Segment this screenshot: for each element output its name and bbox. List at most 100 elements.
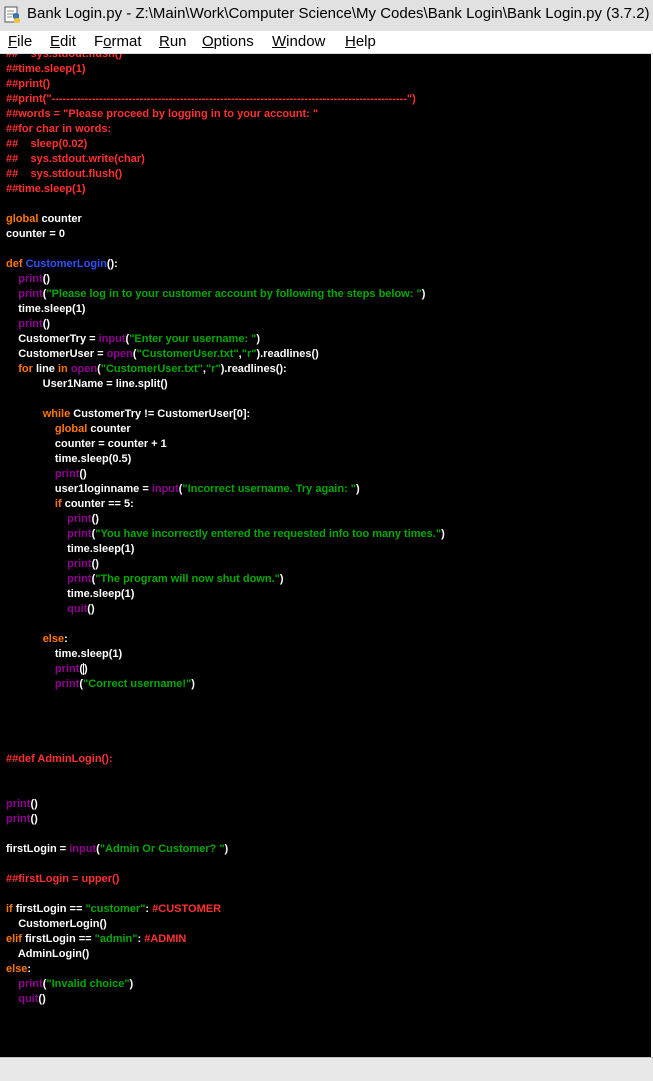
code-line[interactable]: ## sys.stdout.flush()	[6, 54, 445, 62]
code-line[interactable]: CustomerUser = open("CustomerUser.txt","…	[6, 347, 445, 362]
code-line[interactable]: ##words = "Please proceed by logging in …	[6, 107, 445, 122]
code-token-builtin: print	[67, 573, 92, 585]
code-line[interactable]	[6, 767, 445, 782]
code-token-builtin: print	[67, 528, 92, 540]
code-token-string: "The program will now shut down."	[95, 573, 280, 585]
code-line[interactable]: def CustomerLogin():	[6, 257, 445, 272]
code-line[interactable]	[6, 737, 445, 752]
code-line[interactable]: print("Invalid choice")	[6, 977, 445, 992]
code-token-normal: ()	[30, 813, 38, 825]
code-token-normal	[6, 498, 55, 510]
code-token-comment: ##print("-------------------------------…	[6, 93, 416, 105]
menu-edit[interactable]: Edit	[50, 33, 76, 50]
code-token-normal	[6, 423, 55, 435]
code-line[interactable]: print("You have incorrectly entered the …	[6, 527, 445, 542]
code-token-normal: ()	[79, 468, 87, 480]
code-line[interactable]: ## sys.stdout.flush()	[6, 167, 445, 182]
code-editor[interactable]: ## sys.stdout.flush() ##time.sleep(1) ##pr…	[0, 54, 653, 1057]
code-token-builtin: open	[106, 348, 133, 360]
code-line[interactable]	[6, 887, 445, 902]
code-line[interactable]: ##time.sleep(1)	[6, 62, 445, 77]
code-line[interactable]: time.sleep(0.5)	[6, 452, 445, 467]
menu-file[interactable]: File	[8, 33, 32, 50]
code-line[interactable]: print()	[6, 512, 445, 527]
code-line[interactable]: print()	[6, 662, 445, 677]
code-text[interactable]: ## sys.stdout.flush() ##time.sleep(1) ##pr…	[6, 54, 445, 1007]
code-line[interactable]: print()	[6, 797, 445, 812]
code-line[interactable]	[6, 197, 445, 212]
code-token-normal: ()	[42, 318, 51, 330]
code-line[interactable]: else:	[6, 632, 445, 647]
code-line[interactable]: global counter	[6, 422, 445, 437]
code-line[interactable]: CustomerLogin()	[6, 917, 445, 932]
code-line[interactable]: if counter == 5:	[6, 497, 445, 512]
menu-help[interactable]: Help	[345, 33, 376, 50]
code-line[interactable]: print()	[6, 557, 445, 572]
code-line[interactable]: firstLogin = input("Admin Or Customer? "…	[6, 842, 445, 857]
menu-run[interactable]: Run	[159, 33, 187, 50]
code-line[interactable]: ## sleep(0.02)	[6, 137, 445, 152]
code-line[interactable]	[6, 857, 445, 872]
code-line[interactable]: AdminLogin()	[6, 947, 445, 962]
code-token-keyword: else	[6, 963, 28, 975]
code-line[interactable]: else:	[6, 962, 445, 977]
code-line[interactable]: time.sleep(1)	[6, 542, 445, 557]
code-line[interactable]	[6, 392, 445, 407]
menu-options[interactable]: Options	[202, 33, 254, 50]
code-line[interactable]: CustomerTry = input("Enter your username…	[6, 332, 445, 347]
code-line[interactable]: ##for char in words:	[6, 122, 445, 137]
code-token-builtin: open	[70, 363, 98, 375]
code-line[interactable]: ##print("-------------------------------…	[6, 92, 445, 107]
code-line[interactable]: elif firstLogin == "admin": #ADMIN	[6, 932, 445, 947]
code-line[interactable]: ##def AdminLogin():	[6, 752, 445, 767]
code-line[interactable]: for line in open("CustomerUser.txt","r")…	[6, 362, 445, 377]
code-line[interactable]	[6, 242, 445, 257]
code-line[interactable]: time.sleep(1)	[6, 587, 445, 602]
code-line[interactable]: print()	[6, 812, 445, 827]
code-line[interactable]: ##print()	[6, 77, 445, 92]
code-token-comment: ##firstLogin = upper()	[6, 873, 120, 885]
code-line[interactable]: User1Name = line.split()	[6, 377, 445, 392]
code-token-keyword: if	[6, 903, 13, 915]
code-token-builtin: print	[54, 678, 80, 690]
code-line[interactable]: quit()	[6, 602, 445, 617]
menu-format[interactable]: Format	[94, 33, 142, 50]
code-line[interactable]	[6, 707, 445, 722]
code-token-keyword: global	[6, 213, 39, 225]
code-line[interactable]: print()	[6, 317, 445, 332]
code-line[interactable]: print("Please log in to your customer ac…	[6, 287, 445, 302]
code-line[interactable]: ## sys.stdout.write(char)	[6, 152, 445, 167]
code-token-comment: ## sleep(0.02)	[6, 138, 88, 150]
code-token-normal	[6, 273, 18, 285]
code-line[interactable]: ##time.sleep(1)	[6, 182, 445, 197]
code-token-normal	[6, 573, 67, 585]
code-line[interactable]: time.sleep(1)	[6, 647, 445, 662]
code-line[interactable]	[6, 827, 445, 842]
code-line[interactable]: ##firstLogin = upper()	[6, 872, 445, 887]
code-token-normal: )	[84, 663, 88, 675]
code-line[interactable]	[6, 692, 445, 707]
code-line[interactable]: print("Correct username!")	[6, 677, 445, 692]
code-line[interactable]: print()	[6, 272, 445, 287]
code-line[interactable]	[6, 617, 445, 632]
code-token-normal: )	[356, 483, 360, 495]
code-token-comment: ##time.sleep(1)	[6, 183, 86, 195]
code-line[interactable]: counter = 0	[6, 227, 445, 242]
code-line[interactable]: print("The program will now shut down.")	[6, 572, 445, 587]
menu-window[interactable]: Window	[272, 33, 325, 50]
code-line[interactable]: if firstLogin == "customer": #CUSTOMER	[6, 902, 445, 917]
code-line[interactable]: print()	[6, 467, 445, 482]
code-token-normal: time.sleep(0.5)	[6, 453, 132, 465]
code-line[interactable]: quit()	[6, 992, 445, 1007]
code-token-string: "You have incorrectly entered the reques…	[95, 528, 442, 540]
title-bar[interactable]: Bank Login.py - Z:\Main\Work\Computer Sc…	[0, 0, 653, 31]
code-line[interactable]: global counter	[6, 212, 445, 227]
code-line[interactable]: time.sleep(1)	[6, 302, 445, 317]
code-line[interactable]	[6, 722, 445, 737]
code-line[interactable]: user1loginname = input("Incorrect userna…	[6, 482, 445, 497]
code-line[interactable]	[6, 782, 445, 797]
code-line[interactable]: counter = counter + 1	[6, 437, 445, 452]
code-line[interactable]: while CustomerTry != CustomerUser[0]:	[6, 407, 445, 422]
code-token-normal: firstLogin ==	[12, 903, 86, 915]
code-token-normal	[6, 978, 18, 990]
